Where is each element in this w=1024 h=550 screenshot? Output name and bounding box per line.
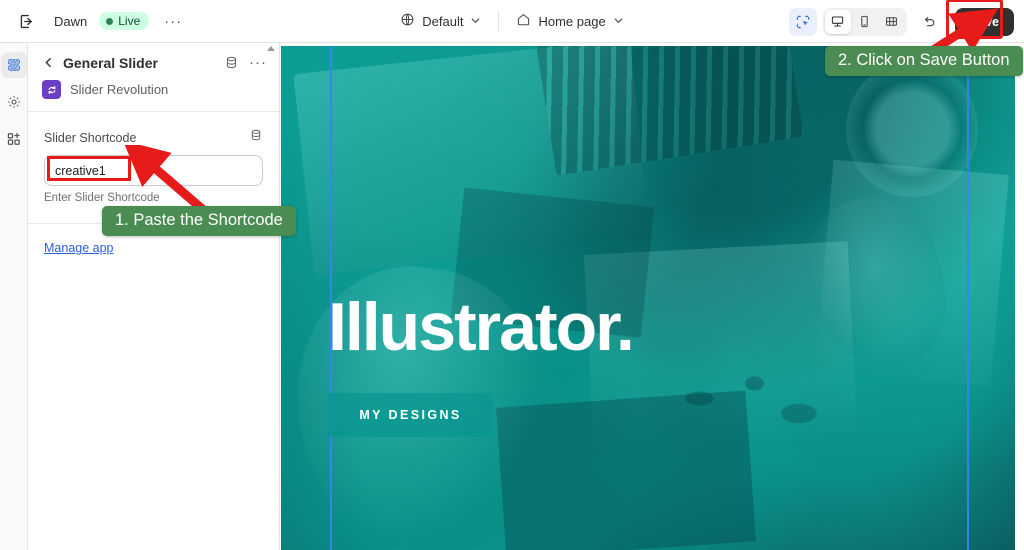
home-icon (516, 12, 531, 30)
market-selector-label: Default (422, 13, 464, 29)
shortcode-help-text: Enter Slider Shortcode (44, 192, 160, 204)
status-badge: Live (99, 12, 150, 30)
shortcode-input[interactable] (44, 155, 263, 186)
manage-app-link[interactable]: Manage app (44, 241, 114, 255)
sidebar-item-settings[interactable] (1, 89, 27, 115)
chevron-left-icon[interactable] (42, 56, 55, 69)
mobile-icon[interactable] (852, 10, 878, 34)
shortcode-field-block: Slider Shortcode Enter Slider Shortcode (28, 112, 279, 204)
shortcode-label-row: Slider Shortcode (44, 128, 263, 147)
save-button-wrapper: Save (945, 0, 1014, 39)
vertical-guide-right (967, 46, 969, 550)
top-bar: Dawn Live ··· Default Home page Save (0, 0, 1024, 43)
shortcode-label: Slider Shortcode (44, 130, 137, 145)
hero-title: Illustrator. (328, 289, 635, 365)
device-preview-group (822, 7, 907, 36)
sidebar-more-button[interactable]: ··· (247, 54, 269, 71)
photo-lettering-shape (633, 323, 854, 475)
theme-name: Dawn (54, 13, 88, 29)
status-badge-label: Live (118, 14, 141, 28)
sidebar-header: General Slider ··· (28, 43, 279, 75)
fullscreen-icon[interactable] (879, 10, 905, 34)
globe-icon (400, 12, 415, 30)
photo-keyboard-shape (536, 46, 804, 176)
database-icon[interactable] (249, 128, 263, 147)
inspector-cursor-icon[interactable] (788, 7, 817, 36)
page-title: General Slider (63, 54, 158, 71)
shortcode-input-wrapper (44, 147, 263, 186)
undo-arrow-icon[interactable] (915, 8, 943, 36)
database-icon[interactable] (224, 55, 239, 70)
chevron-down-icon (470, 14, 481, 29)
theme-preview-canvas[interactable]: Illustrator. MY DESIGNS (281, 46, 1015, 550)
settings-sidebar: General Slider ··· Slider Revolution Sli… (28, 43, 280, 550)
save-button[interactable]: Save (954, 7, 1014, 36)
desktop-icon[interactable] (824, 9, 851, 34)
more-options-button[interactable]: ··· (160, 8, 186, 34)
top-bar-right-group: Save (788, 0, 1014, 43)
hero-cta-button[interactable]: MY DESIGNS (328, 393, 493, 437)
sidebar-item-apps[interactable] (1, 126, 27, 152)
top-bar-left-group: Dawn Live ··· (0, 7, 186, 35)
top-bar-center-group: Default Home page (362, 7, 662, 35)
page-selector[interactable]: Home page (508, 7, 631, 35)
sidebar-scrollbar[interactable] (270, 47, 276, 207)
exit-icon[interactable] (12, 7, 40, 35)
app-name-label: Slider Revolution (70, 82, 169, 97)
top-bar-divider (498, 11, 500, 31)
slider-revolution-icon (42, 80, 61, 99)
annotation-step-2: 2. Click on Save Button (825, 46, 1023, 76)
live-dot-icon (106, 17, 114, 25)
app-attribution-row: Slider Revolution (28, 75, 279, 111)
page-selector-label: Home page (538, 13, 606, 29)
left-icon-rail (0, 43, 28, 550)
market-selector[interactable]: Default (392, 7, 489, 35)
chevron-down-icon (613, 14, 624, 29)
sidebar-item-sections[interactable] (0, 52, 27, 78)
annotation-step-1: 1. Paste the Shortcode (102, 206, 296, 236)
